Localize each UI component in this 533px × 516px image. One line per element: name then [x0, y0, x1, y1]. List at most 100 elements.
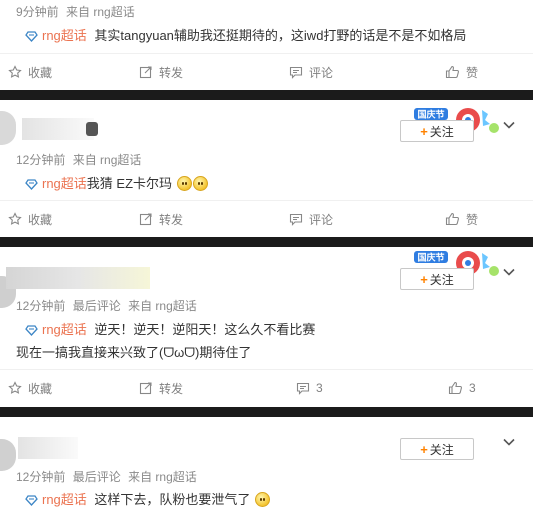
repost-icon — [139, 213, 152, 226]
post-meta: 9分钟前 来自 rng超话 — [16, 3, 135, 20]
post-body: 逆天！逆天！逆阳天！这么久不看比赛 — [94, 322, 316, 337]
topic-diamond-icon — [25, 495, 38, 506]
post-source[interactable]: 来自 rng超话 — [128, 470, 197, 484]
like-count: 3 — [469, 381, 476, 395]
like-label: 赞 — [466, 65, 479, 80]
follow-button[interactable]: + 关注 — [400, 268, 474, 290]
comment-icon — [289, 213, 303, 226]
weibo-feed: 9分钟前 来自 rng超话 rng超话 其实tangyuan辅助我还挺期待的，这… — [0, 0, 533, 516]
follow-label: 关注 — [429, 124, 454, 139]
post-text: rng超话 这样下去，队粉也要泄气了 — [25, 489, 271, 508]
post-body: 其实tangyuan辅助我还挺期待的，这iwd打野的话是不是不如格局 — [94, 28, 467, 43]
chevron-down-icon[interactable] — [502, 118, 516, 132]
username[interactable] — [6, 267, 150, 289]
plus-icon: + — [420, 271, 428, 287]
action-bar: 收藏 转发 评论 赞 — [0, 53, 533, 89]
action-bar: 收藏 转发 评论 赞 — [0, 200, 533, 236]
card-separator — [0, 237, 533, 247]
favorite-icon — [8, 212, 22, 225]
repost-label: 转发 — [159, 212, 184, 227]
like-icon — [445, 212, 459, 226]
topic-link[interactable]: rng超话 — [42, 28, 87, 43]
like-button[interactable]: 赞 — [445, 201, 478, 237]
favorite-icon — [8, 381, 22, 394]
avatar[interactable] — [0, 111, 16, 145]
topic-link[interactable]: rng超话 — [42, 492, 87, 507]
post-source[interactable]: 来自 rng超话 — [73, 153, 142, 167]
comment-button[interactable]: 评论 — [289, 201, 333, 237]
repost-label: 转发 — [159, 65, 184, 80]
chevron-down-icon[interactable] — [502, 435, 516, 449]
chevron-down-icon[interactable] — [502, 265, 516, 279]
repost-button[interactable]: 转发 — [139, 54, 183, 90]
post-card: 国庆节 + 关注 12分钟前 来自 rng超话 rng超话我猜 EZ卡尔玛 收藏 — [0, 100, 533, 237]
favorite-button[interactable]: 收藏 — [8, 201, 52, 237]
action-bar: 收藏 转发 3 3 — [0, 369, 533, 405]
post-text: rng超话 其实tangyuan辅助我还挺期待的，这iwd打野的话是不是不如格局 — [25, 25, 466, 44]
comment-label: 评论 — [309, 65, 334, 80]
plus-icon: + — [420, 123, 428, 139]
post-text-line-2: 现在一搞我直接来兴致了(ᗜωᗜ)期待住了 — [16, 345, 252, 360]
repost-icon — [139, 382, 152, 395]
post-time[interactable]: 12分钟前 — [16, 153, 65, 167]
like-icon — [448, 381, 462, 395]
comment-icon — [296, 382, 310, 395]
post-body: 这样下去，队粉也要泄气了 — [94, 492, 251, 507]
plus-icon: + — [420, 441, 428, 457]
topic-diamond-icon — [25, 325, 38, 336]
post-text: rng超话我猜 EZ卡尔玛 — [25, 173, 208, 192]
topic-link[interactable]: rng超话 — [42, 176, 87, 191]
favorite-label: 收藏 — [28, 65, 53, 80]
smile-emoji-icon — [176, 176, 192, 191]
post-text: rng超话 逆天！逆天！逆阳天！这么久不看比赛 — [25, 319, 315, 338]
follow-label: 关注 — [429, 442, 454, 457]
post-source[interactable]: 来自 rng超话 — [128, 299, 197, 313]
post-card: + 关注 12分钟前 最后评论 来自 rng超话 rng超话 这样下去，队粉也要… — [0, 417, 533, 516]
repost-button[interactable]: 转发 — [139, 370, 183, 406]
favorite-button[interactable]: 收藏 — [8, 54, 52, 90]
comment-count: 3 — [316, 381, 323, 395]
comment-icon — [289, 66, 303, 79]
like-button[interactable]: 3 — [448, 370, 476, 406]
follow-button[interactable]: + 关注 — [400, 438, 474, 460]
comment-label: 评论 — [309, 212, 334, 227]
post-last-comment: 最后评论 — [72, 299, 121, 313]
post-time[interactable]: 12分钟前 — [16, 470, 65, 484]
like-label: 赞 — [466, 212, 479, 227]
post-meta: 12分钟前 最后评论 来自 rng超话 — [16, 468, 197, 485]
post-time[interactable]: 12分钟前 — [16, 299, 65, 313]
comment-button[interactable]: 评论 — [289, 54, 333, 90]
favorite-button[interactable]: 收藏 — [8, 370, 52, 406]
favorite-icon — [8, 65, 22, 78]
username[interactable] — [18, 437, 78, 459]
favorite-label: 收藏 — [28, 381, 53, 396]
follow-button[interactable]: + 关注 — [400, 120, 474, 142]
avatar[interactable] — [0, 439, 16, 471]
repost-button[interactable]: 转发 — [139, 201, 183, 237]
post-card: 9分钟前 来自 rng超话 rng超话 其实tangyuan辅助我还挺期待的，这… — [0, 0, 533, 90]
smile-emoji-icon — [255, 492, 271, 507]
post-source[interactable]: 来自 rng超话 — [66, 5, 135, 19]
like-button[interactable]: 赞 — [445, 54, 478, 90]
card-separator — [0, 90, 533, 100]
topic-diamond-icon — [25, 31, 38, 42]
post-time[interactable]: 9分钟前 — [16, 5, 59, 19]
comment-button[interactable]: 3 — [296, 370, 323, 406]
smile-emoji-icon — [192, 176, 208, 191]
favorite-label: 收藏 — [28, 212, 53, 227]
like-icon — [445, 65, 459, 79]
post-meta: 12分钟前 最后评论 来自 rng超话 — [16, 297, 197, 314]
post-meta: 12分钟前 来自 rng超话 — [16, 151, 141, 168]
repost-icon — [139, 66, 152, 79]
topic-link[interactable]: rng超话 — [42, 322, 87, 337]
svg-text:国庆节: 国庆节 — [417, 252, 444, 264]
follow-label: 关注 — [429, 272, 454, 287]
card-separator — [0, 407, 533, 417]
post-last-comment: 最后评论 — [72, 470, 121, 484]
username[interactable] — [22, 118, 98, 140]
post-card: 国庆节 + 关注 12分钟前 最后评论 来自 rng超话 rng超话 逆天！逆天… — [0, 247, 533, 407]
post-body: 我猜 EZ卡尔玛 — [86, 176, 173, 191]
svg-text:国庆节: 国庆节 — [417, 109, 444, 121]
topic-diamond-icon — [25, 179, 38, 190]
repost-label: 转发 — [159, 381, 184, 396]
